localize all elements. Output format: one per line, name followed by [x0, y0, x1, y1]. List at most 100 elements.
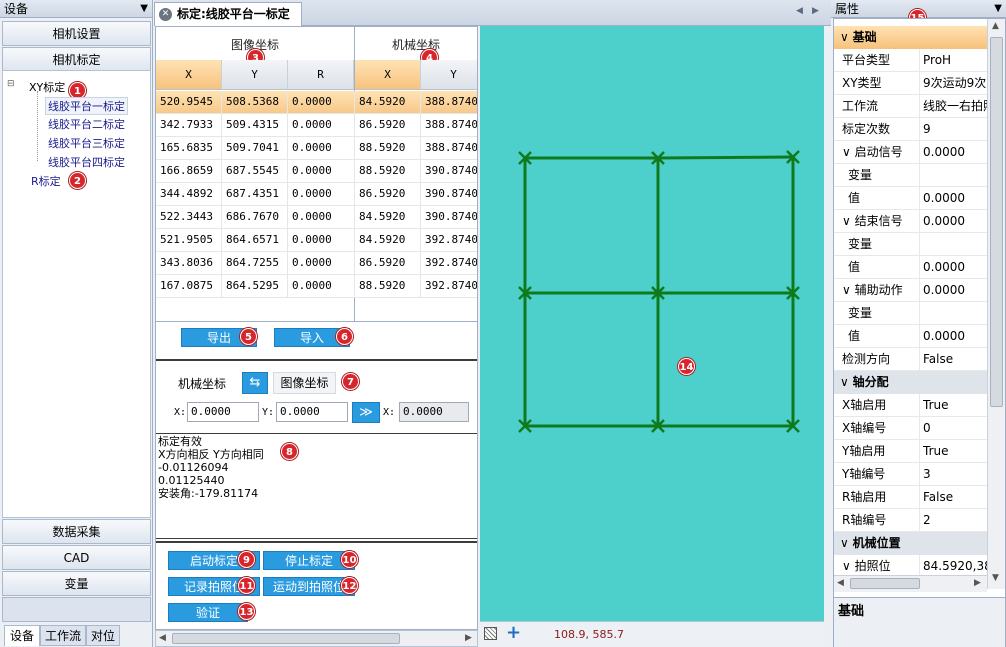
- table-cell[interactable]: 522.3443: [156, 206, 222, 229]
- col-header-image-x[interactable]: X: [156, 60, 222, 90]
- tree-node-platform-4[interactable]: 线胶平台四标定: [48, 154, 125, 170]
- property-horizontal-scrollbar[interactable]: ◀ ▶: [834, 575, 987, 592]
- property-value[interactable]: 0.0000: [923, 325, 987, 348]
- table-cell[interactable]: 88.5920: [355, 275, 421, 298]
- table-cell[interactable]: 390.8740: [421, 183, 477, 206]
- col-header-machine-y[interactable]: Y: [421, 60, 477, 90]
- property-row[interactable]: 值 0.0000: [834, 325, 987, 348]
- property-row[interactable]: 检测方向 False: [834, 348, 987, 371]
- tree-node-r[interactable]: R标定: [31, 173, 61, 189]
- input-y-field[interactable]: 0.0000: [276, 402, 348, 422]
- properties-pin-icon[interactable]: ▼: [994, 0, 1002, 18]
- table-cell[interactable]: 0.0000: [288, 229, 355, 252]
- property-row[interactable]: ∨ 辅助动作 0.0000: [834, 279, 987, 302]
- tab-alignment[interactable]: 对位: [86, 625, 120, 646]
- table-cell[interactable]: 84.5920: [355, 206, 421, 229]
- property-row[interactable]: 变量: [834, 233, 987, 256]
- property-row[interactable]: 值 0.0000: [834, 187, 987, 210]
- table-cell[interactable]: 167.0875: [156, 275, 222, 298]
- table-cell[interactable]: 864.7255: [222, 252, 288, 275]
- nav-cad[interactable]: CAD: [2, 545, 151, 570]
- property-row[interactable]: ∨ 结束信号 0.0000: [834, 210, 987, 233]
- table-cell[interactable]: 388.8740: [421, 91, 477, 114]
- pin-icon[interactable]: ▼: [140, 0, 148, 18]
- nav-camera-settings[interactable]: 相机设置: [2, 21, 151, 46]
- table-cell[interactable]: 509.4315: [222, 114, 288, 137]
- property-row[interactable]: 工作流线胶一右拍照: [834, 95, 987, 118]
- chevron-down-icon[interactable]: ∨: [840, 536, 853, 550]
- table-cell[interactable]: 392.8740: [421, 252, 477, 275]
- table-cell[interactable]: 84.5920: [355, 91, 421, 114]
- tab-scroll-right-icon[interactable]: ▶: [812, 6, 819, 16]
- property-category[interactable]: ∨ 基础: [834, 26, 987, 49]
- prop-scroll-down-icon[interactable]: ▼: [992, 573, 999, 583]
- table-cell[interactable]: 0.0000: [288, 91, 355, 114]
- table-cell[interactable]: 88.5920: [355, 137, 421, 160]
- property-value[interactable]: 3: [923, 463, 987, 486]
- table-cell[interactable]: 388.8740: [421, 114, 477, 137]
- property-value[interactable]: 0.0000: [923, 187, 987, 210]
- verify-button[interactable]: 验证: [168, 603, 248, 622]
- property-value[interactable]: [923, 164, 987, 187]
- property-value[interactable]: True: [923, 394, 987, 417]
- col-header-image-y[interactable]: Y: [222, 60, 288, 90]
- table-cell[interactable]: 88.5920: [355, 160, 421, 183]
- tree-node-platform-1[interactable]: 线胶平台一标定: [45, 97, 128, 115]
- table-cell[interactable]: 508.5368: [222, 91, 288, 114]
- table-cell[interactable]: 166.8659: [156, 160, 222, 183]
- property-row[interactable]: 变量: [834, 164, 987, 187]
- prop-scroll-left-icon[interactable]: ◀: [837, 578, 844, 588]
- tab-device[interactable]: 设备: [4, 625, 40, 646]
- input-x-field[interactable]: 0.0000: [187, 402, 259, 422]
- table-cell[interactable]: 0.0000: [288, 160, 355, 183]
- property-value[interactable]: 2: [923, 509, 987, 532]
- table-cell[interactable]: 687.4351: [222, 183, 288, 206]
- crosshair-icon[interactable]: +: [506, 622, 521, 643]
- prop-hscroll-thumb[interactable]: [850, 578, 920, 589]
- table-cell[interactable]: 344.4892: [156, 183, 222, 206]
- nav-variables[interactable]: 变量: [2, 571, 151, 596]
- chevron-down-icon[interactable]: ∨: [840, 375, 853, 389]
- tree-node-xy[interactable]: XY标定: [29, 79, 65, 95]
- property-row[interactable]: XY类型 9次运动9次: [834, 72, 987, 95]
- tree-node-platform-3[interactable]: 线胶平台三标定: [48, 135, 125, 151]
- nav-camera-calibration[interactable]: 相机标定: [2, 47, 151, 72]
- scroll-left-icon[interactable]: ◀: [159, 633, 166, 643]
- property-row[interactable]: X轴启用 True: [834, 394, 987, 417]
- chevron-down-icon[interactable]: ∨: [840, 30, 853, 44]
- table-cell[interactable]: 0.0000: [288, 206, 355, 229]
- table-cell[interactable]: 0.0000: [288, 137, 355, 160]
- close-tab-icon[interactable]: ✕: [159, 8, 172, 21]
- swap-coords-button[interactable]: ⇆: [242, 372, 268, 394]
- prop-scrollbar-thumb[interactable]: [990, 37, 1003, 407]
- middle-horizontal-scrollbar[interactable]: ◀ ▶: [155, 630, 478, 647]
- table-cell[interactable]: 520.9545: [156, 91, 222, 114]
- document-tab[interactable]: ✕ 标定:线胶平台一标定: [154, 2, 302, 26]
- tree-collapse-icon[interactable]: ⊟: [7, 79, 15, 89]
- tree-node-platform-2[interactable]: 线胶平台二标定: [48, 116, 125, 132]
- col-header-machine-x[interactable]: X: [355, 60, 421, 90]
- table-cell[interactable]: 0.0000: [288, 252, 355, 275]
- table-cell[interactable]: 686.7670: [222, 206, 288, 229]
- table-cell[interactable]: 687.5545: [222, 160, 288, 183]
- property-value[interactable]: 线胶一右拍照: [923, 95, 987, 118]
- property-value[interactable]: 0.0000: [923, 256, 987, 279]
- table-cell[interactable]: 521.9505: [156, 229, 222, 252]
- property-row[interactable]: R轴启用 False: [834, 486, 987, 509]
- property-row[interactable]: Y轴启用 True: [834, 440, 987, 463]
- table-cell[interactable]: 509.7041: [222, 137, 288, 160]
- table-cell[interactable]: 86.5920: [355, 114, 421, 137]
- property-category[interactable]: ∨ 轴分配: [834, 371, 987, 394]
- prop-scroll-right-icon[interactable]: ▶: [974, 578, 981, 588]
- property-value[interactable]: 0.0000: [923, 210, 987, 233]
- property-value[interactable]: True: [923, 440, 987, 463]
- scroll-right-icon[interactable]: ▶: [465, 633, 472, 643]
- table-cell[interactable]: 0.0000: [288, 183, 355, 206]
- property-row[interactable]: R轴编号 2: [834, 509, 987, 532]
- property-value[interactable]: 0.0000: [923, 279, 987, 302]
- table-cell[interactable]: 388.8740: [421, 137, 477, 160]
- table-cell[interactable]: 86.5920: [355, 252, 421, 275]
- nav-data-collection[interactable]: 数据采集: [2, 519, 151, 544]
- property-value[interactable]: 0.0000: [923, 141, 987, 164]
- property-value[interactable]: 9: [923, 118, 987, 141]
